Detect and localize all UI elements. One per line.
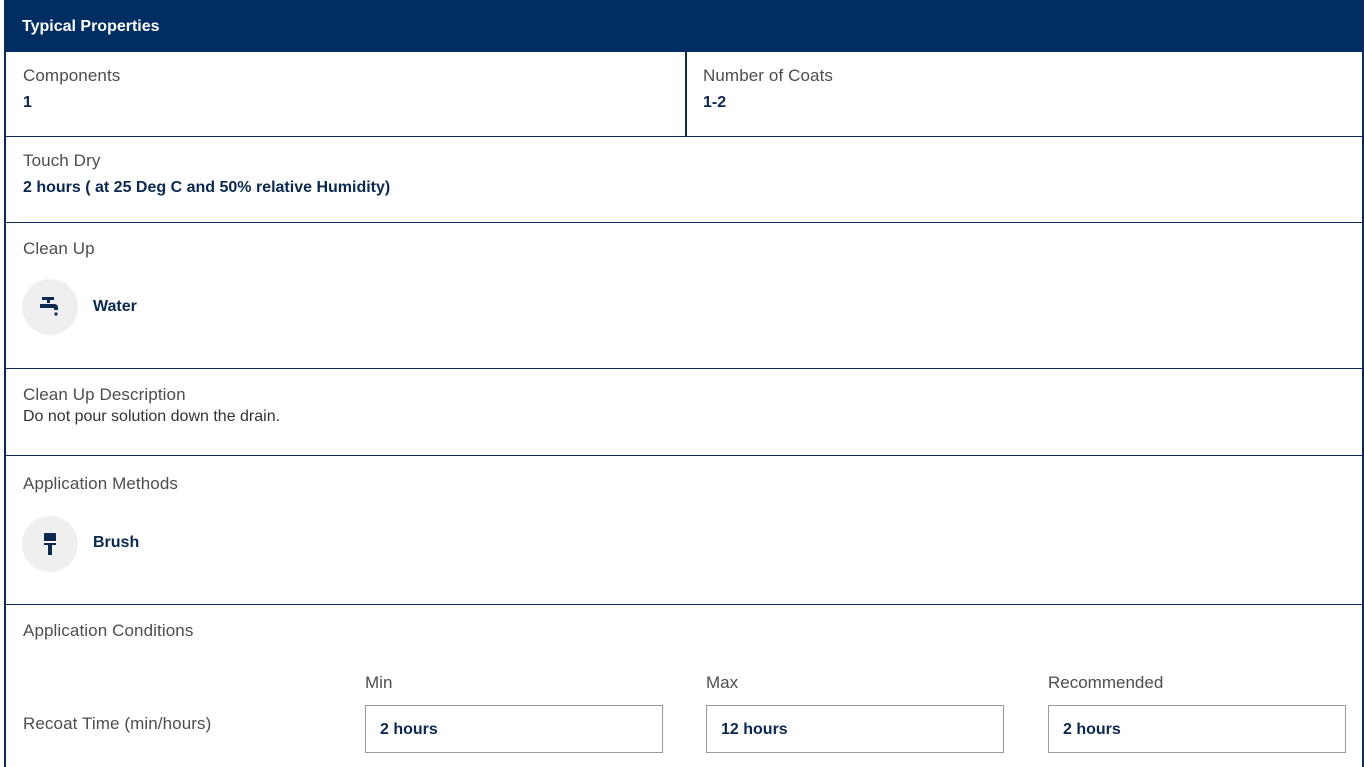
clean-up-description-cell: Clean Up Description Do not pour solutio… (6, 369, 1362, 455)
components-cell: Components 1 (6, 52, 685, 136)
recoat-recommended-value-box: 2 hours (1048, 705, 1346, 753)
typical-properties-panel: Typical Properties Components 1 Number o… (4, 0, 1364, 767)
row-application-methods: Application Methods Brush (6, 456, 1362, 605)
clean-up-description-text: Do not pour solution down the drain. (23, 408, 281, 425)
coats-cell: Number of Coats 1-2 (686, 52, 1362, 136)
application-methods-label: Application Methods (23, 474, 178, 493)
min-column-header: Min (365, 673, 393, 692)
application-conditions-label: Application Conditions (23, 621, 194, 640)
row-application-conditions: Application Conditions Min Max Recommend… (6, 605, 1362, 767)
clean-up-label: Clean Up (23, 239, 95, 258)
components-label: Components (23, 66, 121, 85)
max-column-header: Max (706, 673, 739, 692)
recoat-recommended-value: 2 hours (1063, 721, 1121, 738)
recommended-column-header: Recommended (1048, 673, 1164, 692)
recoat-time-label: Recoat Time (min/hours) (23, 714, 212, 733)
touch-dry-cell: Touch Dry 2 hours ( at 25 Deg C and 50% … (6, 137, 1362, 222)
row-components-coats: Components 1 Number of Coats 1-2 (6, 52, 1362, 137)
recoat-max-value: 12 hours (721, 721, 788, 738)
recoat-min-value-box: 2 hours (365, 705, 663, 753)
clean-up-description-label: Clean Up Description (23, 385, 186, 404)
row-clean-up: Clean Up Water (6, 223, 1362, 369)
row-clean-up-description: Clean Up Description Do not pour solutio… (6, 369, 1362, 456)
coats-value: 1-2 (703, 94, 727, 111)
recoat-min-value: 2 hours (380, 721, 438, 738)
row-touch-dry: Touch Dry 2 hours ( at 25 Deg C and 50% … (6, 137, 1362, 223)
recoat-max-value-box: 12 hours (706, 705, 1004, 753)
water-tap-icon (22, 279, 78, 335)
application-methods-value: Brush (93, 534, 140, 551)
paint-brush-icon (22, 516, 78, 572)
panel-title: Typical Properties (6, 0, 1362, 52)
touch-dry-value: 2 hours ( at 25 Deg C and 50% relative H… (23, 179, 391, 196)
touch-dry-label: Touch Dry (23, 151, 101, 170)
coats-label: Number of Coats (703, 66, 833, 85)
components-value: 1 (23, 94, 32, 111)
clean-up-value: Water (93, 298, 137, 315)
